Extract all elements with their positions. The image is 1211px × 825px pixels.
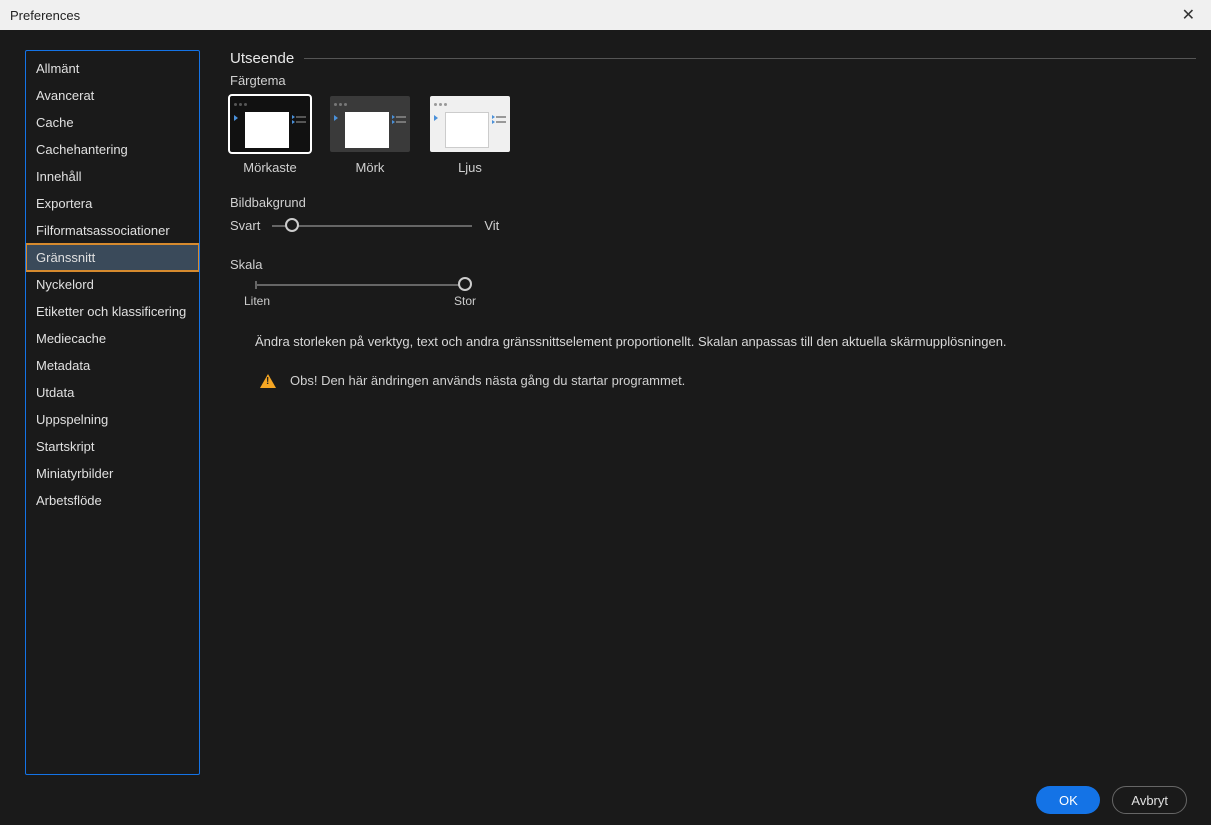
footer: OK Avbryt [0,775,1211,825]
slider-thumb[interactable] [285,218,299,232]
cancel-button[interactable]: Avbryt [1112,786,1187,814]
slider-label-black: Svart [230,218,260,233]
close-icon[interactable]: ✕ [1176,5,1201,25]
scale-block: Liten Stor [230,284,1196,308]
scale-description: Ändra storleken på verktyg, text och and… [255,334,1196,349]
slider-label-white: Vit [484,218,499,233]
sidebar: Allmänt Avancerat Cache Cachehantering I… [25,50,200,775]
window-title: Preferences [10,8,80,23]
scale-labels: Liten Stor [244,294,476,308]
warning-row: Obs! Den här ändringen används nästa gån… [260,373,1196,388]
sidebar-item-workflow[interactable]: Arbetsflöde [26,487,199,514]
theme-option-light[interactable]: Ljus [430,96,510,175]
section-divider [304,58,1196,59]
sidebar-item-keywords[interactable]: Nyckelord [26,271,199,298]
scale-label-large: Stor [454,294,476,308]
theme-thumb-darkest [230,96,310,152]
image-background-slider[interactable] [272,225,472,227]
section-title: Utseende [230,50,294,67]
image-background-label: Bildbakgrund [230,195,1196,210]
sidebar-item-media-cache[interactable]: Mediecache [26,325,199,352]
sidebar-item-advanced[interactable]: Avancerat [26,82,199,109]
scale-label-small: Liten [244,294,270,308]
theme-label: Mörkaste [243,160,296,175]
sidebar-item-export[interactable]: Exportera [26,190,199,217]
sidebar-item-startup-scripts[interactable]: Startskript [26,433,199,460]
scale-slider[interactable] [255,284,465,286]
sidebar-item-cache-management[interactable]: Cachehantering [26,136,199,163]
image-background-slider-row: Svart Vit [230,218,1196,233]
content-panel: Utseende Färgtema Mörkaste [200,50,1196,775]
color-theme-label: Färgtema [230,73,1196,88]
sidebar-item-output[interactable]: Utdata [26,379,199,406]
sidebar-item-file-associations[interactable]: Filformatsassociationer [26,217,199,244]
theme-option-darkest[interactable]: Mörkaste [230,96,310,175]
theme-thumb-light [430,96,510,152]
theme-options: Mörkaste Mörk [230,96,1196,175]
sidebar-item-content[interactable]: Innehåll [26,163,199,190]
sidebar-item-general[interactable]: Allmänt [26,55,199,82]
sidebar-item-playback[interactable]: Uppspelning [26,406,199,433]
theme-thumb-dark [330,96,410,152]
theme-label: Ljus [458,160,482,175]
titlebar: Preferences ✕ [0,0,1211,30]
sidebar-item-labels[interactable]: Etiketter och klassificering [26,298,199,325]
sidebar-item-interface[interactable]: Gränssnitt [26,244,199,271]
main-area: Allmänt Avancerat Cache Cachehantering I… [0,30,1211,775]
warning-text: Obs! Den här ändringen används nästa gån… [290,373,685,388]
ok-button[interactable]: OK [1036,786,1100,814]
scale-thumb[interactable] [458,277,472,291]
warning-icon [260,374,276,388]
sidebar-item-metadata[interactable]: Metadata [26,352,199,379]
theme-label: Mörk [356,160,385,175]
sidebar-item-thumbnails[interactable]: Miniatyrbilder [26,460,199,487]
scale-label: Skala [230,257,1196,272]
section-header-appearance: Utseende [230,50,1196,67]
scale-track [255,284,465,286]
theme-option-dark[interactable]: Mörk [330,96,410,175]
sidebar-item-cache[interactable]: Cache [26,109,199,136]
